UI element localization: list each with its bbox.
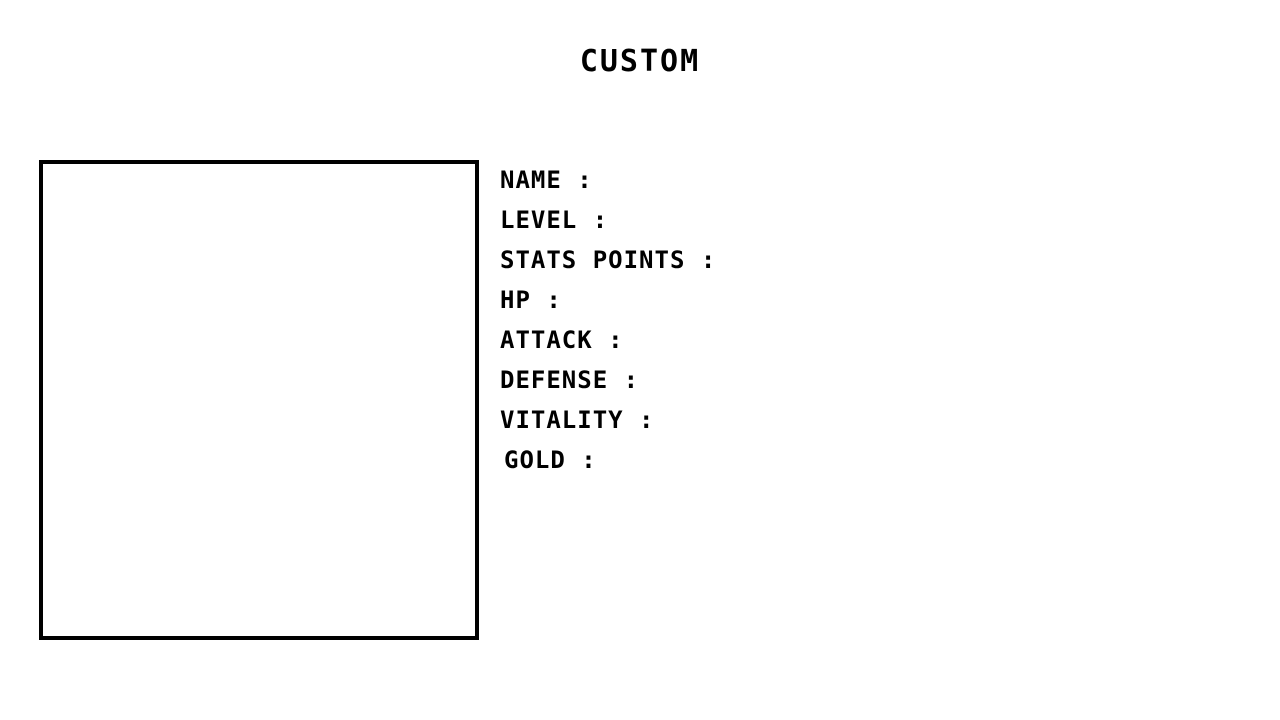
- stat-vitality-label: VITALITY :: [500, 406, 655, 434]
- stat-name-label: NAME :: [500, 166, 593, 194]
- stat-gold-label: GOLD :: [504, 446, 597, 474]
- character-stats-list: NAME : LEVEL : STATS POINTS : HP : ATTAC…: [500, 165, 1000, 485]
- stat-level-label: LEVEL :: [500, 206, 609, 234]
- stat-stats-points-label: STATS POINTS :: [500, 246, 717, 274]
- stat-attack-label: ATTACK :: [500, 326, 624, 354]
- stat-defense-label: DEFENSE :: [500, 366, 640, 394]
- screen-title: CUSTOM: [579, 44, 701, 79]
- stat-hp-label: HP :: [500, 286, 562, 314]
- character-portrait-frame: [39, 160, 479, 640]
